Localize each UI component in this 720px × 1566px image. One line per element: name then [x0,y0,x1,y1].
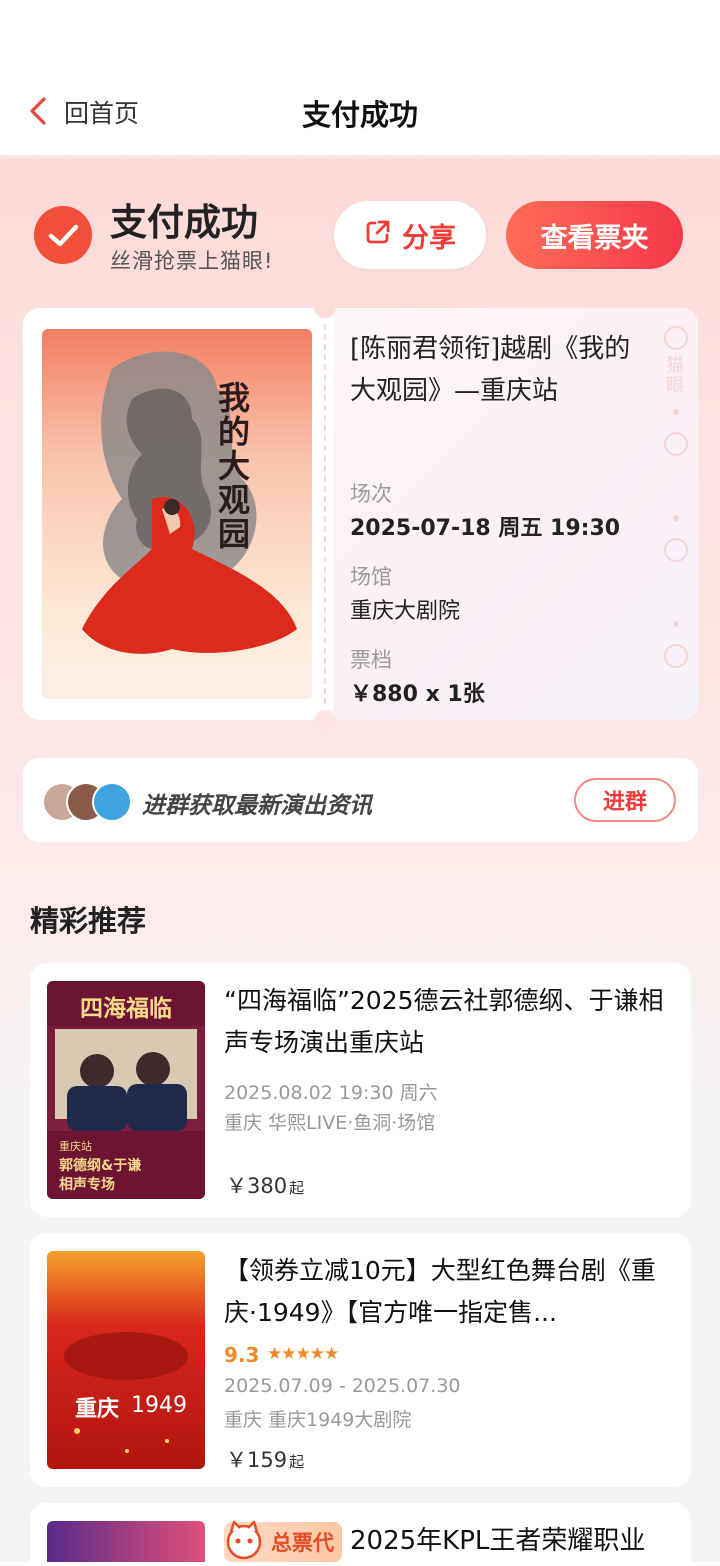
venue-value: 重庆大剧院 [350,599,461,624]
join-group-button[interactable]: 进群 [574,778,676,822]
share-label: 分享 [402,222,456,254]
watermark-text: 猫眼 [666,355,684,396]
poster-subtitle: 重庆站 [59,1140,92,1153]
recommend-poster[interactable]: 四海福临 重庆站 郭德纲&于谦 相声专场 [47,981,205,1199]
check-icon [34,206,92,264]
recommend-heading: 精彩推荐 [30,904,147,938]
venue-label: 场馆 [350,565,392,589]
show-poster[interactable]: 我的大观园 [42,329,312,699]
avatar [92,782,132,822]
session-value: 2025-07-18 周五 19:30 [350,516,621,541]
rating-score: 9.3 [224,1343,260,1367]
view-tickets-button[interactable]: 查看票夹 [506,201,683,269]
maoyan-watermark: 猫眼 [652,322,698,712]
chevron-left-icon[interactable] [26,96,54,126]
recommend-title: 2025年KPL王者荣耀职业 [350,1526,646,1556]
price-value: ￥159 [226,1448,288,1472]
tier-value: ￥880 x 1张 [350,682,485,707]
price-suffix: 起 [289,1179,305,1197]
ticket-perforation [324,324,326,704]
recommend-poster[interactable]: 重庆 1949 [47,1251,205,1469]
recommend-price: ￥159 起 [226,1444,304,1474]
success-title: 支付成功 [110,201,258,244]
poster-year: 1949 [131,1393,187,1418]
poster-title: 四海福临 [80,995,172,1022]
nav-bar [0,0,720,155]
poster-title: 重庆 [75,1396,120,1422]
rating-stars: ★★★★★ [267,1344,339,1364]
session-label: 场次 [350,482,392,506]
price-suffix: 起 [289,1453,305,1471]
cat-icon [222,1518,266,1562]
group-text: 进群获取最新演出资讯 [142,793,372,819]
share-button[interactable]: 分享 [334,201,486,269]
show-title: [陈丽君领衔]越剧《我的大观园》—重庆站 [350,334,631,406]
back-home-link[interactable]: 回首页 [64,94,139,130]
poster-title: 我的大观园 [218,379,251,553]
recommend-title: 【领券立减10元】大型红色舞台剧《重庆·1949》【官方唯一指定售... [224,1256,656,1327]
recommend-venue: 重庆 华熙LIVE·鱼洞·场馆 [224,1112,436,1134]
ticket-notch [314,296,336,318]
poster-subtitle: 相声专场 [59,1177,115,1193]
recommend-date: 2025.07.09 - 2025.07.30 [224,1375,461,1397]
share-icon [364,218,392,253]
poster-subtitle: 郭德纲&于谦 [59,1158,142,1174]
recommend-date: 2025.08.02 19:30 周六 [224,1082,438,1104]
ticket-notch [314,710,336,732]
recommend-title: “四海福临”2025德云社郭德纲、于谦相声专场演出重庆站 [224,986,664,1057]
price-value: ￥380 [226,1174,288,1198]
recommend-price: ￥380 起 [226,1170,304,1200]
success-subtitle: 丝滑抢票上猫眼! [110,249,274,273]
tier-label: 票档 [350,648,392,672]
recommend-venue: 重庆 重庆1949大剧院 [224,1409,412,1431]
recommend-poster[interactable] [47,1521,205,1562]
